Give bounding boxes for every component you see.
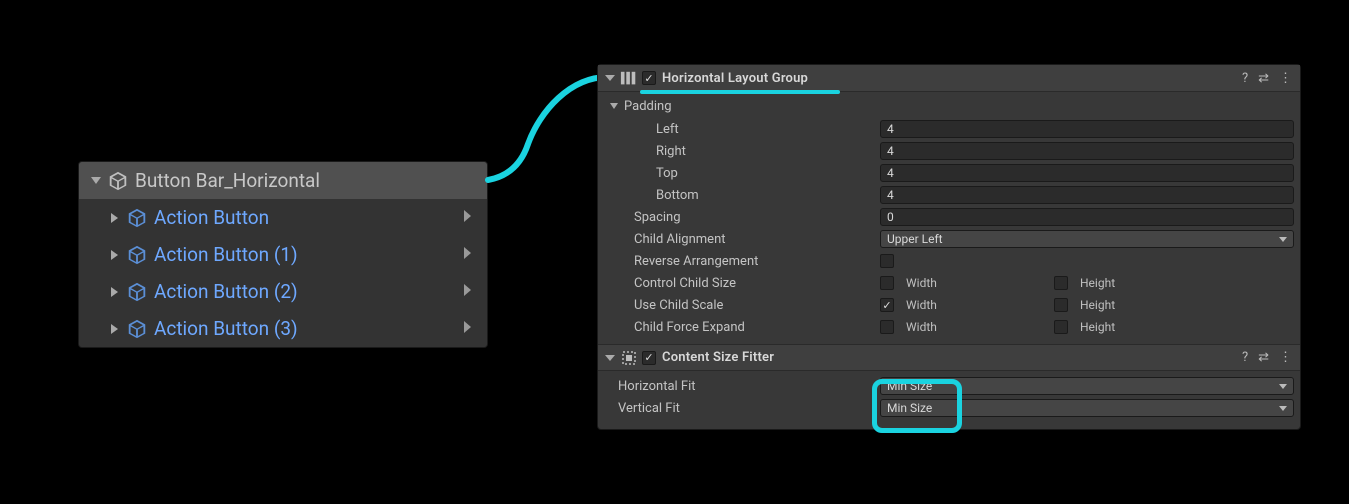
height-label: Height <box>1080 320 1115 334</box>
padding-top-label: Top <box>604 166 880 181</box>
force-expand-height-checkbox[interactable] <box>1054 320 1068 334</box>
child-alignment-dropdown[interactable]: Upper Left <box>880 230 1294 248</box>
horizontal-fit-label: Horizontal Fit <box>604 379 880 394</box>
hierarchy-parent-label: Button Bar_Horizontal <box>135 169 320 192</box>
spacing-input[interactable] <box>880 208 1294 226</box>
foldout-closed-icon[interactable] <box>111 324 118 334</box>
hierarchy-child-label: Action Button (2) <box>154 280 298 303</box>
child-alignment-label: Child Alignment <box>604 232 880 247</box>
annotation-box <box>872 379 962 433</box>
component-foldout-icon[interactable] <box>605 75 615 81</box>
padding-label: Padding <box>624 99 672 114</box>
control-child-size-label: Control Child Size <box>604 276 880 291</box>
padding-foldout[interactable]: Padding <box>604 94 1294 118</box>
height-label: Height <box>1080 276 1115 290</box>
component-menu-icon[interactable]: ⋮ <box>1279 350 1292 365</box>
use-child-scale-row: Use Child Scale Width Height <box>604 294 1294 316</box>
preset-icon[interactable]: ⇄ <box>1258 71 1269 86</box>
child-alignment-row: Child Alignment Upper Left <box>604 228 1294 250</box>
hierarchy-row-child[interactable]: Action Button (2) <box>79 273 487 310</box>
padding-right-input[interactable] <box>880 142 1294 160</box>
width-label: Width <box>906 276 937 290</box>
component-foldout-icon[interactable] <box>605 355 615 361</box>
padding-left-input[interactable] <box>880 120 1294 138</box>
csf-component-icon <box>620 350 638 366</box>
child-force-expand-row: Child Force Expand Width Height <box>604 316 1294 338</box>
open-prefab-icon[interactable] <box>463 209 473 227</box>
component-header-csf[interactable]: Content Size Fitter ? ⇄ ⋮ <box>598 344 1300 371</box>
padding-bottom-row: Bottom <box>604 184 1294 206</box>
spacing-label: Spacing <box>604 210 880 225</box>
hlg-component-icon <box>620 70 638 86</box>
hierarchy-row-child[interactable]: Action Button (1) <box>79 236 487 273</box>
foldout-open-icon[interactable] <box>91 177 101 184</box>
foldout-closed-icon[interactable] <box>111 287 118 297</box>
padding-top-input[interactable] <box>880 164 1294 182</box>
hierarchy-child-label: Action Button <box>154 206 269 229</box>
width-label: Width <box>906 298 937 312</box>
force-expand-width-checkbox[interactable] <box>880 320 894 334</box>
height-label: Height <box>1080 298 1115 312</box>
padding-left-label: Left <box>604 122 880 137</box>
padding-left-row: Left <box>604 118 1294 140</box>
use-scale-height-checkbox[interactable] <box>1054 298 1068 312</box>
gameobject-icon <box>107 170 129 192</box>
component-menu-icon[interactable]: ⋮ <box>1279 71 1292 86</box>
foldout-closed-icon[interactable] <box>111 250 118 260</box>
use-scale-width-checkbox[interactable] <box>880 298 894 312</box>
prefab-icon <box>126 244 148 266</box>
padding-right-row: Right <box>604 140 1294 162</box>
hierarchy-panel: Button Bar_Horizontal Action Button Acti… <box>78 161 488 348</box>
child-force-expand-label: Child Force Expand <box>604 320 880 335</box>
prefab-icon <box>126 207 148 229</box>
reverse-arrangement-checkbox[interactable] <box>880 254 894 268</box>
padding-top-row: Top <box>604 162 1294 184</box>
component-enabled-checkbox[interactable] <box>642 71 656 85</box>
component-header-hlg[interactable]: Horizontal Layout Group ? ⇄ ⋮ <box>598 65 1300 92</box>
prefab-icon <box>126 318 148 340</box>
control-child-size-row: Control Child Size Width Height <box>604 272 1294 294</box>
hierarchy-child-label: Action Button (1) <box>154 243 298 266</box>
padding-bottom-label: Bottom <box>604 188 880 203</box>
width-label: Width <box>906 320 937 334</box>
component-title: Content Size Fitter <box>662 350 774 365</box>
component-title: Horizontal Layout Group <box>662 71 808 86</box>
foldout-open-icon <box>610 103 618 109</box>
annotation-underline <box>640 90 840 94</box>
padding-bottom-input[interactable] <box>880 186 1294 204</box>
open-prefab-icon[interactable] <box>463 320 473 338</box>
preset-icon[interactable]: ⇄ <box>1258 350 1269 365</box>
component-enabled-checkbox[interactable] <box>642 351 656 365</box>
inspector-panel: Horizontal Layout Group ? ⇄ ⋮ Padding Le… <box>597 64 1301 430</box>
hierarchy-row-child[interactable]: Action Button <box>79 199 487 236</box>
foldout-closed-icon[interactable] <box>111 213 118 223</box>
hierarchy-child-label: Action Button (3) <box>154 317 298 340</box>
open-prefab-icon[interactable] <box>463 246 473 264</box>
hierarchy-row-parent[interactable]: Button Bar_Horizontal <box>79 162 487 199</box>
open-prefab-icon[interactable] <box>463 283 473 301</box>
control-width-checkbox[interactable] <box>880 276 894 290</box>
vertical-fit-label: Vertical Fit <box>604 401 880 416</box>
prefab-icon <box>126 281 148 303</box>
reverse-arrangement-label: Reverse Arrangement <box>604 254 880 269</box>
control-height-checkbox[interactable] <box>1054 276 1068 290</box>
help-icon[interactable]: ? <box>1242 350 1248 365</box>
reverse-arrangement-row: Reverse Arrangement <box>604 250 1294 272</box>
hlg-body: Padding Left Right Top Bottom Spacing Ch… <box>598 92 1300 344</box>
help-icon[interactable]: ? <box>1242 71 1248 86</box>
use-child-scale-label: Use Child Scale <box>604 298 880 313</box>
hierarchy-row-child[interactable]: Action Button (3) <box>79 310 487 347</box>
spacing-row: Spacing <box>604 206 1294 228</box>
padding-right-label: Right <box>604 144 880 159</box>
